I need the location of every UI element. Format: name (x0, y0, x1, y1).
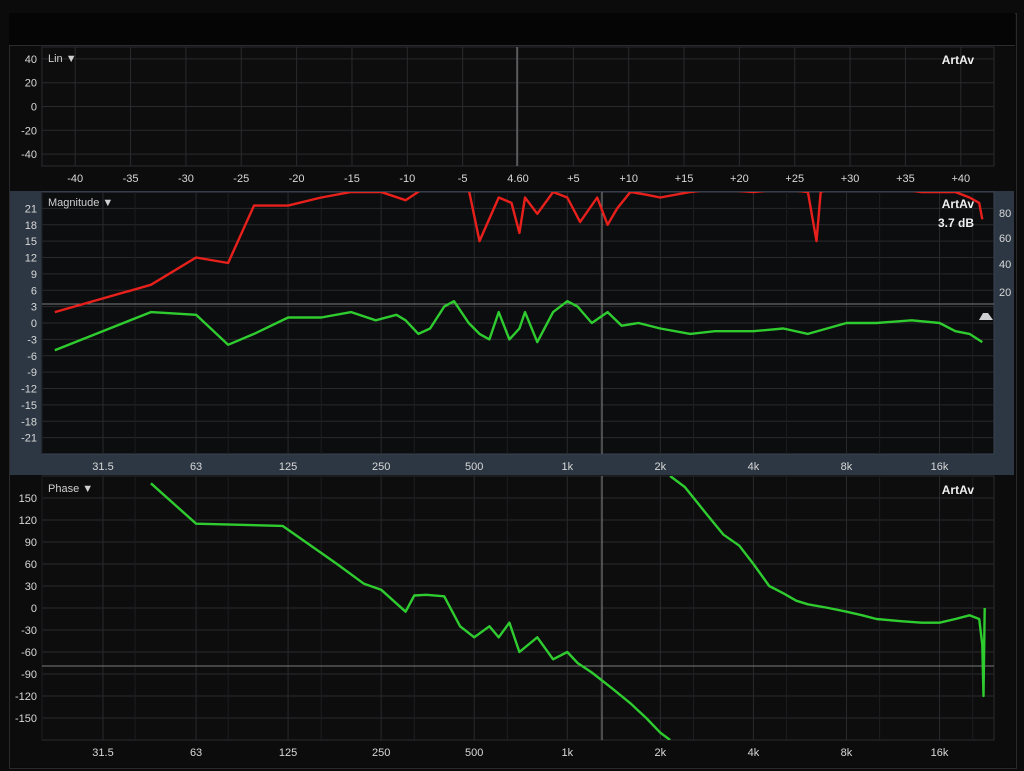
magnitude-y-tick-label: 21 (25, 203, 37, 215)
magnitude-brand-label: ArtAv (942, 197, 975, 211)
phase-x-tick-label: 16k (931, 747, 949, 759)
phase-x-tick-label: 4k (748, 747, 760, 759)
lin-x-tick-label: +30 (841, 173, 860, 185)
magnitude-x-tick-label: 1k (561, 461, 573, 473)
magnitude-x-tick-label: 8k (841, 461, 853, 473)
magnitude-y-tick-label: -15 (21, 400, 37, 412)
phase-brand-label: ArtAv (942, 483, 975, 497)
phase-y-tick-label: -60 (21, 647, 37, 659)
lin-y-tick-label: -40 (21, 149, 37, 161)
phase-y-tick-label: 60 (25, 559, 37, 571)
magnitude-y-tick-label: 15 (25, 236, 37, 248)
magnitude-readout: 3.7 dB (938, 216, 974, 230)
phase-x-tick-label: 2k (655, 747, 667, 759)
lin-panel-title[interactable]: Lin ▼ (48, 53, 77, 65)
magnitude-panel: 211815129630-3-6-9-12-15-18-21 80604020 … (10, 191, 1014, 475)
lin-x-tick-label: -30 (178, 173, 194, 185)
phase-x-tick-label: 1k (561, 747, 573, 759)
magnitude-right-tick-label: 60 (999, 233, 1011, 245)
magnitude-x-tick-label: 16k (931, 461, 949, 473)
phase-x-tick-label: 63 (190, 747, 202, 759)
magnitude-y-tick-label: -3 (27, 334, 37, 346)
magnitude-y-tick-label: 18 (25, 220, 37, 232)
lin-x-tick-label: +25 (785, 173, 804, 185)
lin-x-tick-label: -5 (458, 173, 468, 185)
lin-x-tick-label: -25 (233, 173, 249, 185)
phase-y-tick-label: 150 (19, 493, 37, 505)
analyzer-plots: 40200-20-40 -40 -35 -30 -25 -20 -15 -10 -5 4.60 +… (10, 46, 1014, 766)
magnitude-x-tick-label: 250 (372, 461, 390, 473)
magnitude-y-tick-label: 6 (31, 285, 37, 297)
phase-y-tick-label: -120 (15, 691, 37, 703)
magnitude-y-tick-label: 3 (31, 302, 37, 314)
phase-y-tick-label: 120 (19, 515, 37, 527)
magnitude-right-tick-label: 20 (999, 287, 1011, 299)
lin-x-tick-label: -35 (123, 173, 139, 185)
lin-y-tick-label: 20 (25, 78, 37, 90)
magnitude-x-tick-label: 63 (190, 461, 202, 473)
lin-x-tick-label: -15 (344, 173, 360, 185)
lin-x-tick-label: -10 (399, 173, 415, 185)
magnitude-y-tick-label: -9 (27, 367, 37, 379)
magnitude-right-tick-label: 80 (999, 208, 1011, 220)
phase-x-tick-label: 250 (372, 747, 390, 759)
phase-y-tick-label: -90 (21, 669, 37, 681)
magnitude-y-tick-label: 12 (25, 253, 37, 265)
lin-x-tick-label: -40 (67, 173, 83, 185)
phase-x-tick-label: 125 (279, 747, 297, 759)
lin-panel: 40 20 0 -20 -40 -40 -35 -30 -25 -20 -15 -10 -5 4.60 +… (10, 46, 1014, 191)
phase-panel-title[interactable]: Phase ▼ (48, 483, 93, 495)
lin-y-tick-label: 0 (31, 102, 37, 114)
lin-x-tick-label: +40 (951, 173, 970, 185)
magnitude-panel-title[interactable]: Magnitude ▼ (48, 197, 113, 209)
magnitude-x-tick-label: 4k (748, 461, 760, 473)
phase-y-tick-label: 30 (25, 581, 37, 593)
phase-y-tick-label: -30 (21, 625, 37, 637)
lin-x-tick-label: +15 (675, 173, 694, 185)
magnitude-y-tick-label: -18 (21, 416, 37, 428)
magnitude-x-tick-label: 2k (655, 461, 667, 473)
phase-y-tick-label: -150 (15, 713, 37, 725)
phase-x-tick-label: 8k (841, 747, 853, 759)
magnitude-y-tick-label: -12 (21, 384, 37, 396)
phase-panel: 150 120 90 60 30 0 -30 -60 -90 -120 -150 31.5 63 125… (10, 475, 1014, 766)
lin-brand-label: ArtAv (942, 53, 975, 67)
lin-x-tick-label: +10 (619, 173, 638, 185)
magnitude-x-tick-label: 125 (279, 461, 297, 473)
magnitude-y-tick-label: -6 (27, 351, 37, 363)
lin-x-tick-label: -20 (289, 173, 305, 185)
magnitude-x-tick-label: 31.5 (92, 461, 113, 473)
phase-y-tick-label: 90 (25, 537, 37, 549)
lin-x-tick-label: +20 (730, 173, 749, 185)
magnitude-y-tick-label: 9 (31, 269, 37, 281)
phase-x-tick-label: 31.5 (92, 747, 113, 759)
lin-x-tick-label: +5 (567, 173, 580, 185)
lin-y-tick-label: 40 (25, 54, 37, 66)
lin-y-tick-label: -20 (21, 125, 37, 137)
magnitude-right-tick-label: 40 (999, 259, 1011, 271)
magnitude-x-tick-label: 500 (465, 461, 483, 473)
magnitude-y-tick-label: 0 (31, 318, 37, 330)
lin-x-tick-label: 4.60 (507, 173, 528, 185)
phase-y-tick-label: 0 (31, 603, 37, 615)
magnitude-y-tick-label: -21 (21, 433, 37, 445)
lin-x-tick-label: +35 (896, 173, 915, 185)
phase-x-tick-label: 500 (465, 747, 483, 759)
